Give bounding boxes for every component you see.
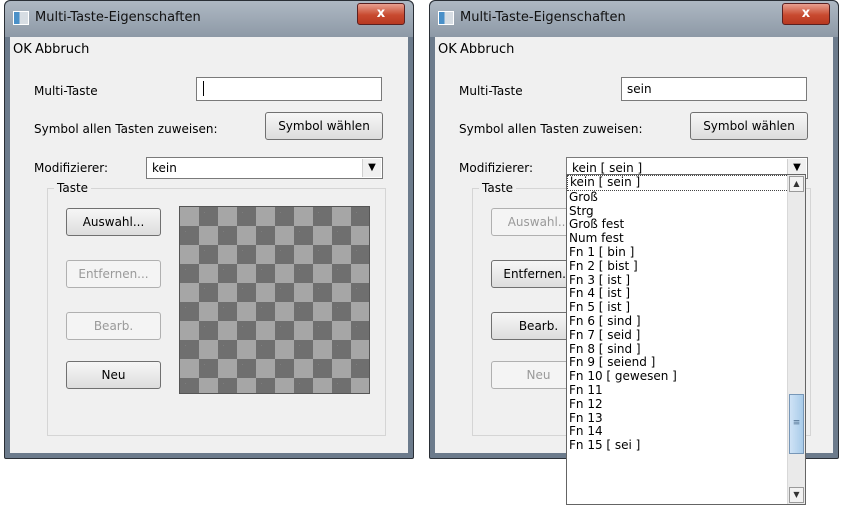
- scroll-down-icon[interactable]: ▼: [789, 487, 804, 503]
- titlebar[interactable]: Multi-Taste-Eigenschaften x: [430, 1, 838, 37]
- dropdown-option[interactable]: Fn 3 [ ist ]: [567, 273, 805, 288]
- modifier-dropdown-list[interactable]: kein [ sein ] Groß Strg Groß fest Num fest Fn…: [566, 174, 806, 505]
- symbol-button[interactable]: Symbol wählen: [265, 112, 383, 140]
- scroll-thumb[interactable]: ≡: [789, 394, 804, 454]
- dropdown-option[interactable]: Fn 14: [567, 425, 805, 439]
- dropdown-option[interactable]: Fn 15 [ sei ]: [567, 438, 805, 453]
- dropdown-option[interactable]: Num fest: [567, 231, 805, 246]
- select-button[interactable]: Auswahl...: [66, 208, 161, 236]
- dropdown-items: kein [ sein ] Groß Strg Groß fest Num fest Fn…: [567, 175, 805, 453]
- client-area: OK Abbruch Multi-Taste Symbol allen Tast…: [10, 37, 408, 453]
- new-button[interactable]: Neu: [66, 361, 161, 389]
- menu-ok[interactable]: OK: [13, 42, 32, 57]
- dropdown-option[interactable]: Fn 6 [ sind ]: [567, 314, 805, 329]
- menu-cancel[interactable]: Abbruch: [460, 42, 514, 57]
- multikey-label: Multi-Taste: [34, 84, 98, 98]
- multikey-input[interactable]: [196, 77, 382, 101]
- multikey-input[interactable]: sein: [621, 77, 807, 101]
- remove-button[interactable]: Entfernen...: [66, 260, 161, 288]
- scroll-up-icon[interactable]: ▲: [789, 176, 804, 192]
- close-button[interactable]: x: [357, 3, 405, 25]
- app-icon: [13, 11, 29, 25]
- dropdown-option[interactable]: Fn 13: [567, 411, 805, 426]
- dropdown-option[interactable]: Fn 12: [567, 397, 805, 412]
- multikey-label: Multi-Taste: [459, 84, 523, 98]
- assign-label: Symbol allen Tasten zuweisen:: [34, 122, 218, 136]
- dropdown-option[interactable]: Fn 7 [ seid ]: [567, 328, 805, 343]
- titlebar[interactable]: Multi-Taste-Eigenschaften x: [5, 1, 413, 37]
- modifier-label: Modifizierer:: [459, 161, 534, 175]
- symbol-button[interactable]: Symbol wählen: [690, 112, 808, 140]
- modifier-select[interactable]: kein ▼: [146, 157, 383, 179]
- window-title: Multi-Taste-Eigenschaften: [35, 10, 201, 25]
- modifier-label: Modifizierer:: [34, 161, 109, 175]
- assign-label: Symbol allen Tasten zuweisen:: [459, 122, 643, 136]
- dropdown-option[interactable]: Groß fest: [567, 218, 805, 232]
- modifier-value: kein: [152, 161, 177, 175]
- multikey-value: sein: [627, 82, 652, 96]
- chevron-down-icon[interactable]: ▼: [362, 159, 381, 177]
- dropdown-option[interactable]: Fn 2 [ bist ]: [567, 259, 805, 274]
- dropdown-option[interactable]: Strg: [567, 204, 805, 219]
- group-label: Taste: [479, 181, 517, 195]
- dropdown-option[interactable]: Fn 4 [ ist ]: [567, 287, 805, 301]
- dropdown-option[interactable]: Fn 9 [ seiend ]: [567, 356, 805, 370]
- dropdown-option[interactable]: Fn 1 [ bin ]: [567, 245, 805, 260]
- menubar: OK Abbruch: [10, 37, 408, 59]
- text-caret: [203, 81, 204, 96]
- dropdown-option[interactable]: Fn 8 [ sind ]: [567, 342, 805, 357]
- app-icon: [438, 11, 454, 25]
- group-label: Taste: [54, 181, 92, 195]
- menu-ok[interactable]: OK: [438, 42, 457, 57]
- dropdown-option[interactable]: kein [ sein ]: [567, 175, 805, 191]
- window-title: Multi-Taste-Eigenschaften: [460, 10, 626, 25]
- key-image-preview: [179, 206, 370, 394]
- key-group: Taste Auswahl... Entfernen... Bearb. Neu: [47, 181, 386, 436]
- modifier-value: kein [ sein ]: [572, 161, 643, 175]
- edit-button[interactable]: Bearb.: [66, 312, 161, 340]
- dropdown-option[interactable]: Fn 10 [ gewesen ]: [567, 369, 805, 384]
- menu-cancel[interactable]: Abbruch: [35, 42, 89, 57]
- dropdown-option[interactable]: Fn 11: [567, 383, 805, 398]
- dropdown-option[interactable]: Groß: [567, 190, 805, 205]
- menubar: OK Abbruch: [435, 37, 833, 59]
- dropdown-option[interactable]: Fn 5 [ ist ]: [567, 300, 805, 315]
- dialog-left: Multi-Taste-Eigenschaften x OK Abbruch M…: [4, 0, 414, 459]
- close-button[interactable]: x: [782, 3, 830, 25]
- dropdown-scrollbar[interactable]: ▲ ≡ ▼: [787, 175, 805, 504]
